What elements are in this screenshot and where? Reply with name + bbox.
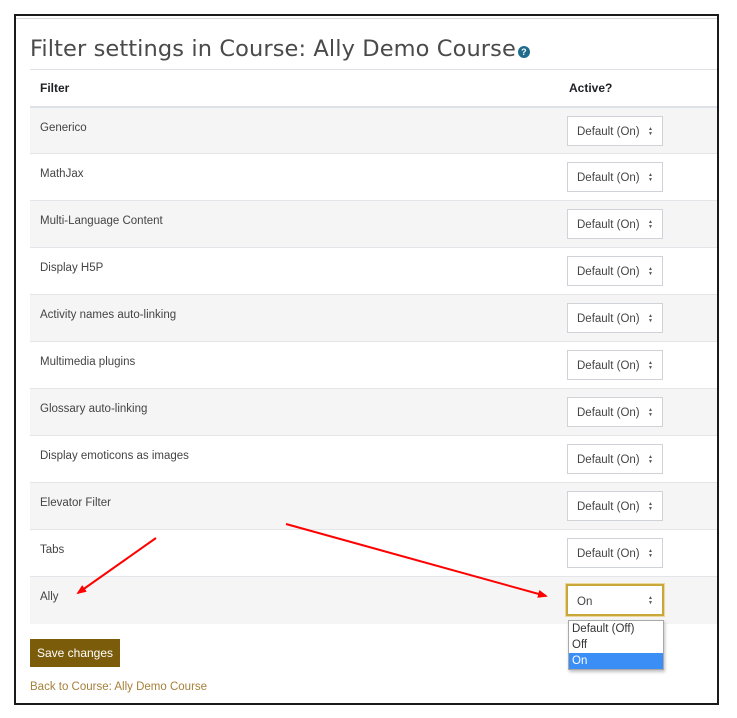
table-row: Generico Default (On) ▲ ▼ [30, 106, 717, 154]
active-select[interactable]: Default (On) ▲ ▼ [567, 350, 663, 380]
select-value: Default (On) [577, 313, 640, 325]
active-select[interactable]: Default (On) ▲ ▼ [567, 397, 663, 427]
table-row: Multimedia plugins Default (On) ▲ ▼ [30, 341, 717, 389]
active-select[interactable]: Default (On) ▲ ▼ [567, 491, 663, 521]
select-value: Default (On) [577, 454, 640, 466]
question-circle-icon[interactable]: ? [517, 46, 530, 58]
page-title-text: Filter settings in Course: Ally Demo Cou… [30, 36, 516, 62]
updown-arrows-icon: ▲ ▼ [648, 454, 653, 465]
filter-name: Multi-Language Content [30, 200, 562, 248]
filter-name: Multimedia plugins [30, 341, 562, 389]
table-row: Glossary auto-linking Default (On) ▲ ▼ [30, 388, 717, 436]
active-select[interactable]: Default (On) ▲ ▼ [567, 538, 663, 568]
back-to-course-link[interactable]: Back to Course: Ally Demo Course [30, 681, 207, 693]
filter-name: Activity names auto-linking [30, 294, 562, 342]
updown-arrows-icon: ▲ ▼ [648, 548, 653, 559]
active-cell: Default (On) ▲ ▼ [562, 294, 717, 342]
select-value: Default (On) [577, 548, 640, 560]
active-cell: Default (On) ▲ ▼ [562, 106, 717, 154]
select-value: Default (On) [577, 360, 640, 372]
table-row: Tabs Default (On) ▲ ▼ [30, 529, 717, 577]
table-row: Display H5P Default (On) ▲ ▼ [30, 247, 717, 295]
active-cell: Default (On) ▲ ▼ [562, 247, 717, 295]
column-header-active: Active? [562, 69, 717, 108]
table-row: Ally On ▲ ▼ [30, 576, 717, 624]
updown-arrows-icon: ▲ ▼ [648, 313, 653, 324]
filter-name: Tabs [30, 529, 562, 577]
active-cell: Default (On) ▲ ▼ [562, 529, 717, 577]
table-header-row: Filter Active? [30, 69, 717, 108]
active-select[interactable]: Default (On) ▲ ▼ [567, 444, 663, 474]
active-cell: Default (On) ▲ ▼ [562, 153, 717, 201]
ally-dropdown-list[interactable]: Default (Off) Off On [568, 620, 664, 670]
active-cell: On ▲ ▼ [562, 576, 717, 624]
updown-arrows-icon: ▲ ▼ [648, 125, 653, 137]
select-value: Default (On) [577, 125, 640, 138]
select-value: Default (On) [577, 407, 640, 419]
save-changes-button[interactable]: Save changes [30, 639, 120, 667]
select-value: On [577, 596, 593, 608]
active-cell: Default (On) ▲ ▼ [562, 341, 717, 389]
column-header-filter: Filter [30, 69, 562, 108]
filter-name: Elevator Filter [30, 482, 562, 530]
active-cell: Default (On) ▲ ▼ [562, 435, 717, 483]
active-select[interactable]: Default (On) ▲ ▼ [567, 162, 663, 192]
filter-name: Display H5P [30, 247, 562, 295]
filter-name: Ally [30, 576, 562, 624]
updown-arrows-icon: ▲ ▼ [648, 219, 653, 230]
table-row: Activity names auto-linking Default (On) ▲… [30, 294, 717, 342]
active-select[interactable]: Default (On) ▲ ▼ [567, 256, 663, 286]
filter-settings-table: Filter Active? Generico Default (On) ▲ ▼ Mat… [30, 69, 717, 624]
filter-name: Display emoticons as images [30, 435, 562, 483]
filter-name: Generico [30, 106, 562, 154]
filter-name: MathJax [30, 153, 562, 201]
updown-arrows-icon: ▲ ▼ [648, 172, 653, 183]
filter-name: Glossary auto-linking [30, 388, 562, 436]
dropdown-option[interactable]: Off [569, 637, 663, 653]
page-title: Filter settings in Course: Ally Demo Cou… [30, 36, 530, 62]
updown-arrows-icon: ▲ ▼ [648, 407, 653, 418]
select-value: Default (On) [577, 219, 640, 231]
active-select[interactable]: On ▲ ▼ [566, 584, 664, 616]
active-cell: Default (On) ▲ ▼ [562, 482, 717, 530]
table-row: Display emoticons as images Default (On) ▲… [30, 435, 717, 483]
active-select[interactable]: Default (On) ▲ ▼ [567, 115, 663, 146]
updown-arrows-icon: ▲ ▼ [648, 595, 653, 606]
active-select[interactable]: Default (On) ▲ ▼ [567, 303, 663, 333]
select-value: Default (On) [577, 266, 640, 278]
table-row: MathJax Default (On) ▲ ▼ [30, 153, 717, 201]
select-value: Default (On) [577, 501, 640, 513]
dropdown-option[interactable]: On [569, 653, 663, 669]
dropdown-option[interactable]: Default (Off) [569, 621, 663, 637]
active-cell: Default (On) ▲ ▼ [562, 388, 717, 436]
updown-arrows-icon: ▲ ▼ [648, 360, 653, 371]
page-frame: Filter settings in Course: Ally Demo Cou… [14, 14, 719, 705]
table-row: Elevator Filter Default (On) ▲ ▼ [30, 482, 717, 530]
select-value: Default (On) [577, 172, 640, 184]
active-cell: Default (On) ▲ ▼ [562, 200, 717, 248]
updown-arrows-icon: ▲ ▼ [648, 501, 653, 512]
top-divider [16, 18, 717, 19]
active-select[interactable]: Default (On) ▲ ▼ [567, 209, 663, 239]
updown-arrows-icon: ▲ ▼ [648, 266, 653, 277]
table-row: Multi-Language Content Default (On) ▲ ▼ [30, 200, 717, 248]
